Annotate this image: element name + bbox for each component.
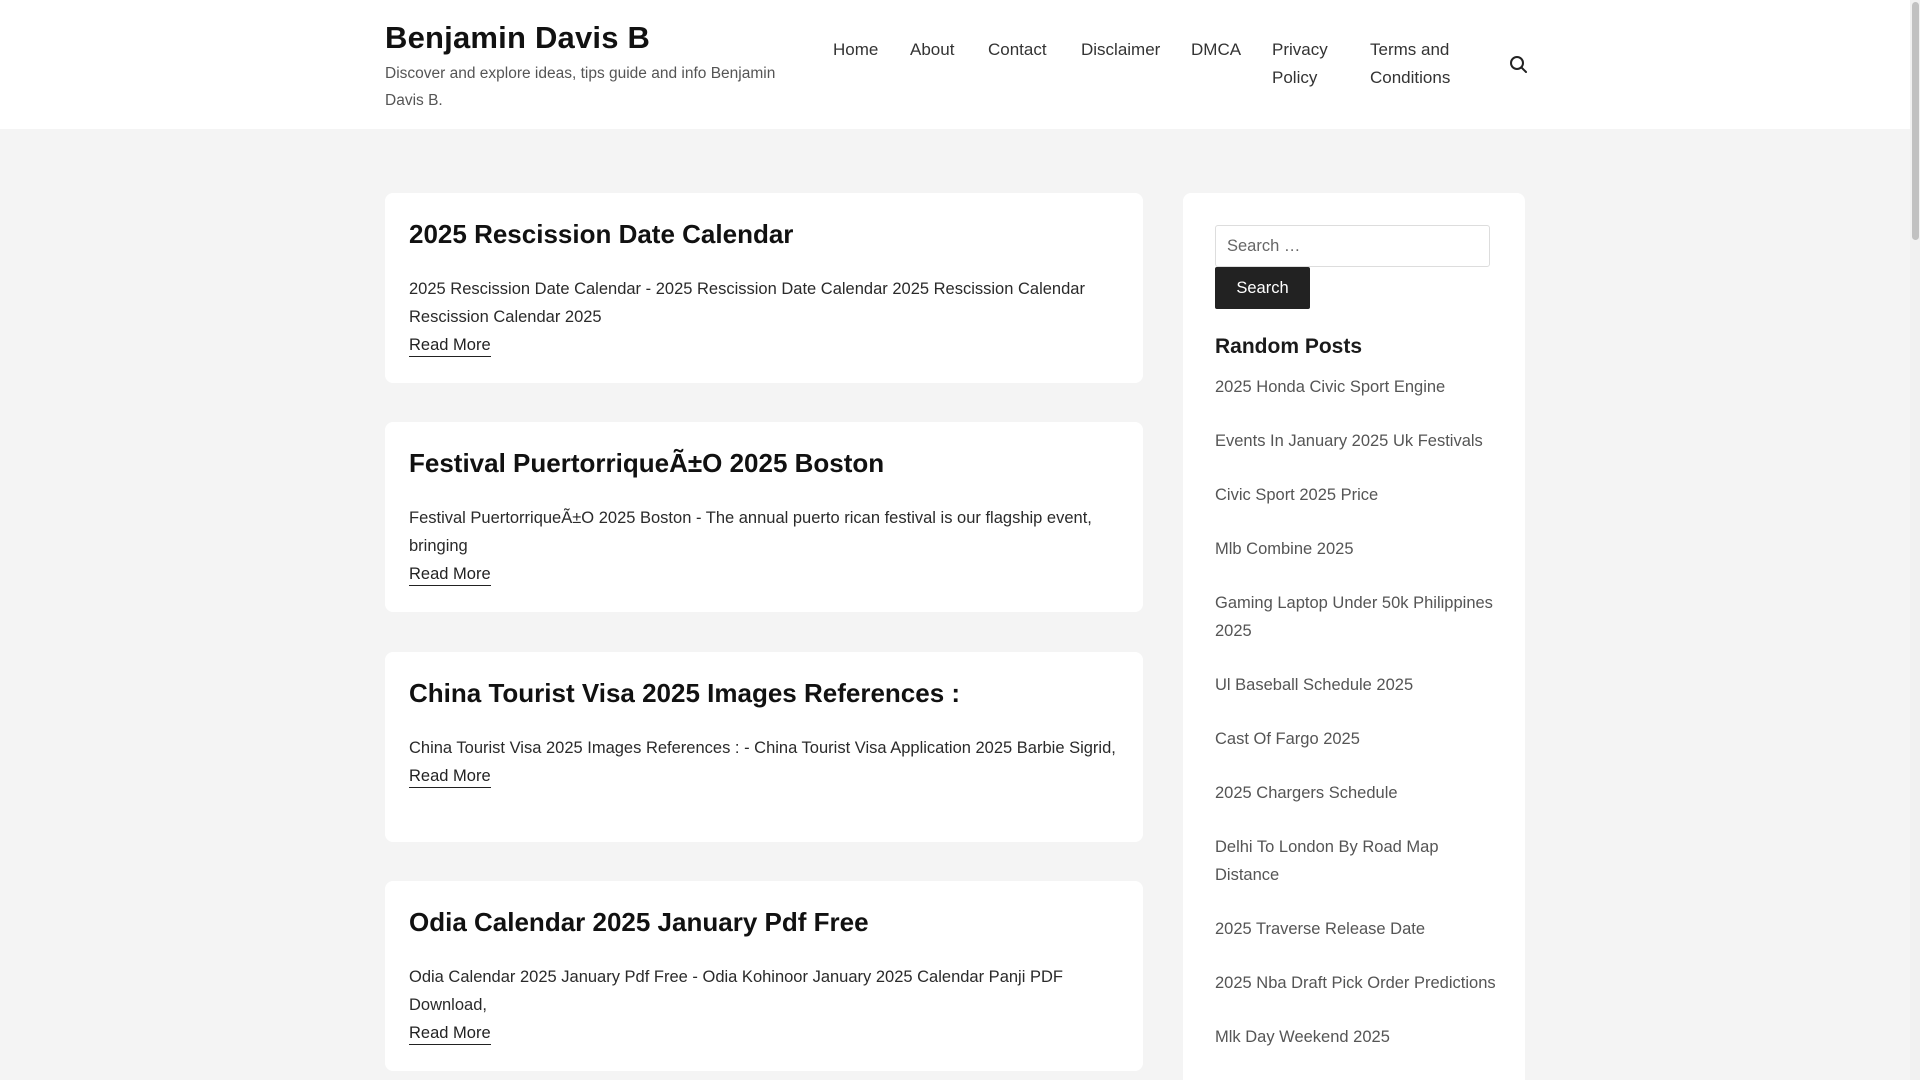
- random-post-link[interactable]: Cast Of Fargo 2025: [1215, 725, 1500, 753]
- nav-item-home[interactable]: Home: [833, 36, 878, 64]
- post-excerpt-block: China Tourist Visa 2025 Images Reference…: [409, 734, 1121, 790]
- random-post-link[interactable]: 2025 Traverse Release Date: [1215, 915, 1500, 943]
- post-excerpt: China Tourist Visa 2025 Images Reference…: [409, 739, 1116, 757]
- post-card: China Tourist Visa 2025 Images Reference…: [385, 652, 1143, 842]
- read-more-link[interactable]: Read More: [409, 765, 491, 788]
- post-title[interactable]: China Tourist Visa 2025 Images Reference…: [409, 676, 960, 710]
- post-title[interactable]: 2025 Rescission Date Calendar: [409, 217, 793, 251]
- site-title[interactable]: Benjamin Davis B: [385, 18, 805, 58]
- random-post-link[interactable]: 2025 Nba Draft Pick Order Predictions: [1215, 969, 1500, 997]
- search-icon[interactable]: [1506, 52, 1530, 76]
- nav-item-about[interactable]: About: [910, 36, 954, 64]
- nav-item-privacy-policy[interactable]: Privacy Policy: [1272, 36, 1334, 92]
- nav-item-dmca[interactable]: DMCA: [1191, 36, 1241, 64]
- random-post-link[interactable]: Mlb Combine 2025: [1215, 535, 1500, 563]
- random-post-link[interactable]: 2025 Honda Civic Sport Engine: [1215, 373, 1500, 401]
- site-tagline: Discover and explore ideas, tips guide a…: [385, 65, 776, 109]
- site-header: Benjamin Davis B Discover and explore id…: [0, 0, 1910, 129]
- random-post-link[interactable]: Civic Sport 2025 Price: [1215, 481, 1500, 509]
- random-posts-list: 2025 Honda Civic Sport Engine Events In …: [1215, 373, 1500, 1077]
- post-title[interactable]: Odia Calendar 2025 January Pdf Free: [409, 905, 869, 939]
- post-title[interactable]: Festival PuertorriqueÃ±O 2025 Boston: [409, 446, 884, 480]
- post-excerpt-block: 2025 Rescission Date Calendar - 2025 Res…: [409, 275, 1121, 359]
- nav-item-disclaimer[interactable]: Disclaimer: [1081, 36, 1160, 64]
- nav-item-terms-and-conditions[interactable]: Terms and Conditions: [1370, 36, 1462, 92]
- random-post-link[interactable]: 2025 Chargers Schedule: [1215, 779, 1500, 807]
- random-post-link[interactable]: Mlk Day Weekend 2025: [1215, 1023, 1500, 1051]
- post-excerpt: Odia Calendar 2025 January Pdf Free - Od…: [409, 968, 1063, 1014]
- random-post-link[interactable]: Events In January 2025 Uk Festivals: [1215, 427, 1500, 455]
- post-excerpt: Festival PuertorriqueÃ±O 2025 Boston - T…: [409, 509, 1092, 555]
- sidebar: Search Random Posts 2025 Honda Civic Spo…: [1183, 193, 1525, 1080]
- read-more-link[interactable]: Read More: [409, 1022, 491, 1045]
- post-card: 2025 Rescission Date Calendar 2025 Resci…: [385, 193, 1143, 383]
- read-more-link[interactable]: Read More: [409, 334, 491, 357]
- random-posts-title: Random Posts: [1215, 335, 1363, 358]
- search-button[interactable]: Search: [1215, 267, 1310, 309]
- random-post-link[interactable]: Ul Baseball Schedule 2025: [1215, 671, 1500, 699]
- post-excerpt-block: Odia Calendar 2025 January Pdf Free - Od…: [409, 963, 1121, 1047]
- random-post-link[interactable]: Delhi To London By Road Map Distance: [1215, 833, 1500, 889]
- nav-item-contact[interactable]: Contact: [988, 36, 1047, 64]
- post-excerpt: 2025 Rescission Date Calendar - 2025 Res…: [409, 280, 1085, 326]
- random-post-link[interactable]: Gaming Laptop Under 50k Philippines 2025: [1215, 589, 1500, 645]
- scrollbar-thumb[interactable]: [1912, 2, 1919, 240]
- search-input[interactable]: [1215, 225, 1490, 267]
- post-card: Festival PuertorriqueÃ±O 2025 Boston Fes…: [385, 422, 1143, 612]
- post-excerpt-block: Festival PuertorriqueÃ±O 2025 Boston - T…: [409, 504, 1121, 588]
- read-more-link[interactable]: Read More: [409, 563, 491, 586]
- post-card: Odia Calendar 2025 January Pdf Free Odia…: [385, 881, 1143, 1071]
- site-branding: Benjamin Davis B Discover and explore id…: [385, 18, 805, 114]
